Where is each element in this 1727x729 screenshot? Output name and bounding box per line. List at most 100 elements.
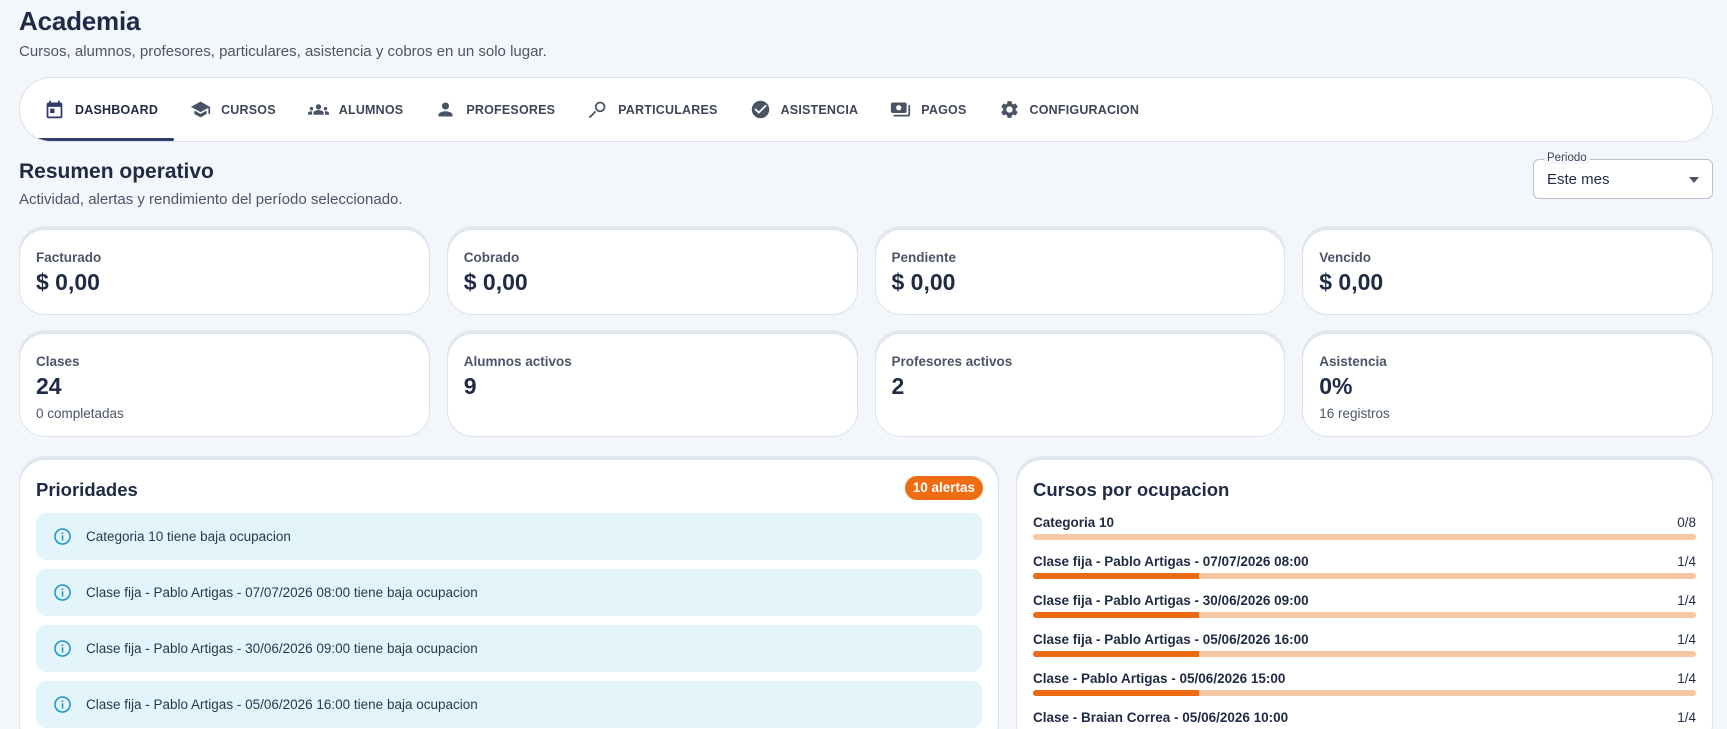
occupancy-bar-fill [1033,612,1199,618]
course-row-header: Clase - Braian Correa - 05/06/2026 10:00… [1033,710,1696,725]
summary-header: Resumen operativo Actividad, alertas y r… [19,160,403,208]
occupancy-bar [1033,612,1696,618]
occupancy-bar-fill [1033,573,1199,579]
payments-icon [891,102,911,117]
alert-text: Clase fija - Pablo Artigas - 05/06/2026 … [86,697,478,712]
kpi-grid: Facturado $ 0,00 Cobrado $ 0,00 Pendient… [19,229,1713,437]
tab-asistencia[interactable]: ASISTENCIA [734,78,875,141]
kpi-card-alumnos: Alumnos activos 9 [446,333,858,437]
tab-profesores[interactable]: PROFESORES [419,78,571,141]
priorities-title: Prioridades [36,479,138,500]
course-name: Clase - Braian Correa - 05/06/2026 10:00 [1033,710,1289,725]
kpi-label: Clases [36,354,80,369]
course-row: Clase fija - Pablo Artigas - 30/06/2026 … [1033,593,1696,632]
kpi-label: Alumnos activos [463,354,572,369]
tab-alumnos[interactable]: ALUMNOS [292,78,420,141]
course-row-header: Categoria 10 0/8 [1033,515,1696,530]
summary-title: Resumen operativo [19,160,214,183]
alert-item[interactable]: Clase fija - Pablo Artigas - 07/07/2026 … [36,569,982,616]
course-row: Clase - Pablo Artigas - 05/06/2026 15:00… [1033,671,1696,710]
main-nav: DASHBOARD CURSOS ALUMNOS PROFESORES PART… [19,77,1713,142]
kpi-card-facturado: Facturado $ 0,00 [19,229,430,315]
info-icon [54,640,71,657]
kpi-card-asistencia: Asistencia 0% 16 registros [1302,333,1713,437]
course-row: Clase fija - Pablo Artigas - 05/06/2026 … [1033,632,1696,671]
kpi-value: $ 0,00 [463,269,528,295]
kpi-value: 24 [36,373,62,399]
course-list: Categoria 10 0/8 Clase fija - Pablo Artiga… [1033,515,1696,729]
course-count: 0/8 [1677,515,1696,530]
period-select[interactable]: Periodo Este mes [1533,152,1713,199]
kpi-label: Profesores activos [891,354,1013,369]
tab-profesores-label: PROFESORES [466,102,556,117]
course-row: Clase fija - Pablo Artigas - 07/07/2026 … [1033,554,1696,593]
tab-asistencia-label: ASISTENCIA [780,102,859,117]
check-circle-icon [751,100,769,119]
kpi-card-cobrado: Cobrado $ 0,00 [446,229,858,315]
occupancy-panel: Cursos por ocupacion Categoria 10 0/8 Clas… [1016,459,1713,729]
occupancy-title: Cursos por ocupacion [1033,479,1230,500]
course-row-header: Clase fija - Pablo Artigas - 07/07/2026 … [1033,554,1696,569]
occupancy-bar [1033,573,1696,579]
kpi-card-pendiente: Pendiente $ 0,00 [874,229,1286,315]
alert-item[interactable]: Clase fija - Pablo Artigas - 30/06/2026 … [36,625,982,672]
course-name: Categoria 10 [1033,515,1115,530]
alert-item[interactable]: Categoria 10 tiene baja ocupacion [36,513,982,560]
person-search-icon [588,101,606,119]
kpi-value: $ 0,00 [891,269,956,295]
tab-cursos[interactable]: CURSOS [174,78,292,141]
alert-item[interactable]: Clase fija - Pablo Artigas - 05/06/2026 … [36,681,982,728]
kpi-label: Vencido [1319,250,1372,265]
kpi-label: Facturado [36,250,102,265]
occupancy-bar [1033,690,1696,696]
occupancy-bar-fill [1033,690,1199,696]
graduation-cap-icon [190,101,211,118]
alert-text: Categoria 10 tiene baja ocupacion [86,529,291,544]
person-icon [438,102,453,117]
period-label: Periodo [1544,152,1590,164]
tab-particulares[interactable]: PARTICULARES [571,78,733,141]
kpi-label: Pendiente [891,250,957,265]
occupancy-bar [1033,534,1696,540]
course-count: 1/4 [1677,632,1696,647]
kpi-card-vencido: Vencido $ 0,00 [1302,229,1713,315]
tab-alumnos-label: ALUMNOS [338,102,404,117]
tab-particulares-label: PARTICULARES [618,102,718,117]
occupancy-bar [1033,651,1696,657]
kpi-value: 2 [891,373,905,399]
tab-dashboard[interactable]: DASHBOARD [28,78,175,141]
tab-dashboard-label: DASHBOARD [75,102,159,117]
course-row: Categoria 10 0/8 [1033,515,1696,554]
course-count: 1/4 [1677,671,1696,686]
course-name: Clase - Pablo Artigas - 05/06/2026 15:00 [1033,671,1286,686]
info-icon [54,696,71,713]
app-subtitle: Cursos, alumnos, profesores, particulare… [19,43,547,60]
alert-text: Clase fija - Pablo Artigas - 30/06/2026 … [86,641,478,656]
kpi-value: 0% [1319,373,1353,399]
info-icon [54,528,71,545]
course-count: 1/4 [1677,593,1696,608]
course-row-header: Clase fija - Pablo Artigas - 05/06/2026 … [1033,632,1696,647]
tab-pagos-label: PAGOS [921,102,967,117]
kpi-label: Cobrado [463,250,520,265]
kpi-value: $ 0,00 [36,269,100,295]
course-name: Clase fija - Pablo Artigas - 07/07/2026 … [1033,554,1309,569]
tab-cursos-label: CURSOS [221,102,276,117]
people-icon [307,104,329,115]
period-value: Este mes [1547,171,1610,188]
course-name: Clase fija - Pablo Artigas - 05/06/2026 … [1033,632,1309,647]
tab-pagos[interactable]: PAGOS [874,78,982,141]
chevron-down-icon [1689,177,1699,183]
course-row-header: Clase fija - Pablo Artigas - 30/06/2026 … [1033,593,1696,608]
tab-configuracion-label: CONFIGURACION [1029,102,1140,117]
course-row: Clase - Braian Correa - 05/06/2026 10:00… [1033,710,1696,729]
gear-icon [1000,101,1018,118]
kpi-value: 9 [463,373,477,399]
summary-subtitle: Actividad, alertas y rendimiento del per… [19,191,403,208]
alert-list: Categoria 10 tiene baja ocupacion Clase … [36,513,982,729]
kpi-value: $ 0,00 [1319,269,1384,295]
kpi-label: Asistencia [1319,354,1387,369]
course-name: Clase fija - Pablo Artigas - 30/06/2026 … [1033,593,1309,608]
course-count: 1/4 [1677,710,1696,725]
tab-configuracion[interactable]: CONFIGURACION [983,78,1156,141]
